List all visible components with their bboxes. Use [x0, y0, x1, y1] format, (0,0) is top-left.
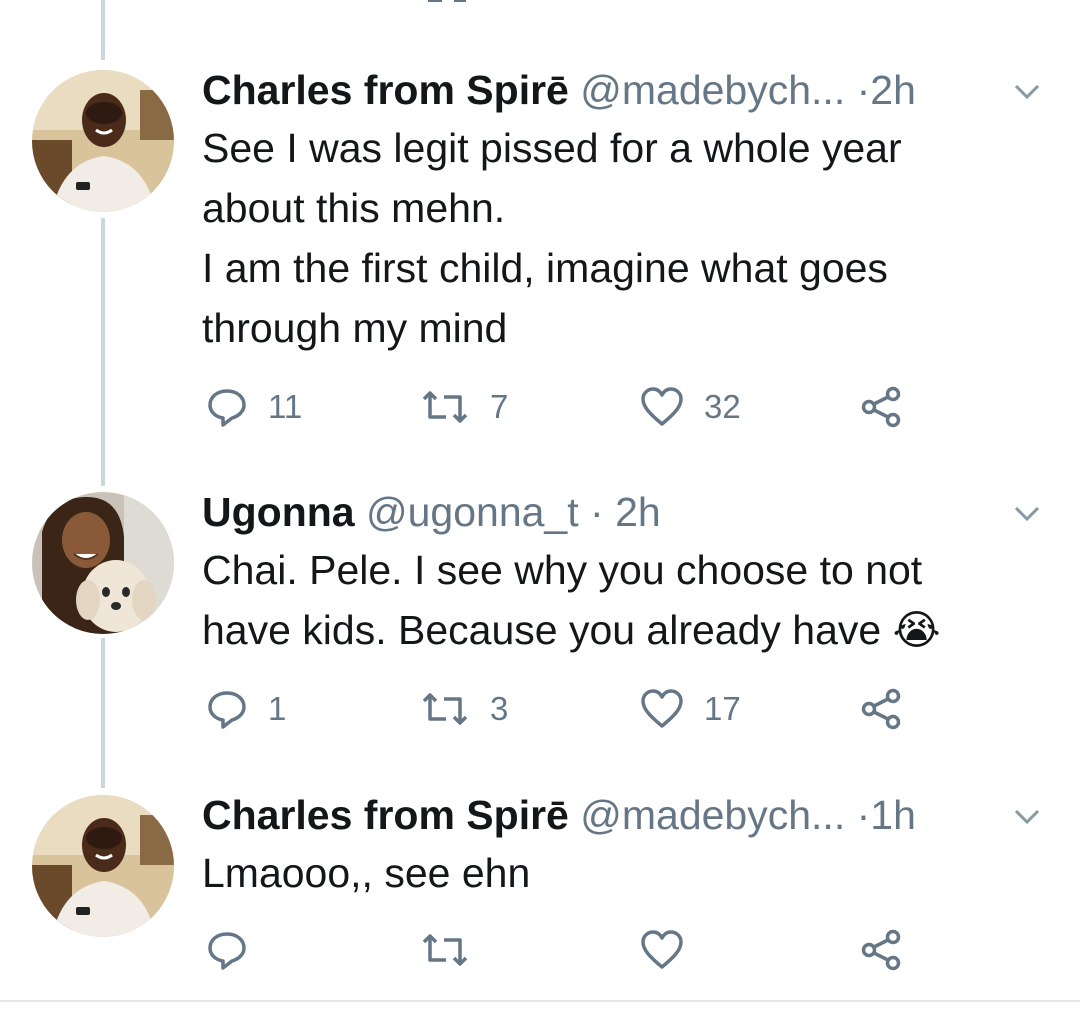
tweet-text-line: Lmaooo,, see ehn	[202, 850, 531, 896]
tweet-text: Lmaooo,, see ehn	[202, 843, 1022, 903]
retweet-icon	[422, 391, 468, 423]
retweet-button[interactable]: 7	[420, 382, 508, 432]
tweet-text-line: Chai. Pele. I see why you choose to not	[202, 547, 923, 593]
tweet-actions	[0, 925, 1080, 975]
avatar[interactable]	[32, 795, 174, 937]
display-name[interactable]: Charles from Spirē	[202, 67, 569, 113]
timestamp[interactable]: 2h	[870, 67, 916, 113]
reply-button[interactable]	[206, 925, 248, 975]
retweet-count: 3	[490, 690, 509, 727]
like-icon	[648, 0, 684, 8]
thread-connector	[101, 0, 105, 60]
separator-dot: ·	[856, 67, 871, 113]
tweet-text: Chai. Pele. I see why you choose to not …	[202, 540, 1022, 660]
tweet-text-line-with-emoji: have kids. Because you already have 😭	[202, 600, 1022, 660]
tweet-actions: 11 7 32	[0, 382, 1080, 432]
like-count: 17	[704, 690, 741, 727]
share-icon	[861, 929, 901, 971]
timestamp[interactable]: 1h	[870, 792, 916, 838]
share-icon	[876, 0, 906, 8]
user-handle[interactable]: @madebych...	[580, 67, 845, 113]
chevron-down-icon[interactable]	[1012, 76, 1042, 106]
share-icon	[861, 386, 901, 428]
retweet-button[interactable]: 3	[420, 684, 508, 734]
reply-icon	[208, 691, 246, 729]
like-icon	[641, 689, 683, 728]
retweet-icon	[428, 0, 466, 2]
reply-count: 1	[268, 690, 287, 727]
retweet-count: 7	[490, 388, 509, 425]
display-name[interactable]: Charles from Spirē	[202, 792, 569, 838]
tweet-text-line: have kids. Because you already have	[202, 607, 882, 653]
like-button[interactable]: 17	[640, 684, 741, 734]
thread-connector	[101, 218, 105, 486]
avatar-image	[32, 492, 174, 634]
timestamp[interactable]: 2h	[615, 489, 661, 535]
avatar-image	[32, 795, 174, 937]
like-count: 32	[704, 388, 741, 425]
share-button[interactable]	[860, 925, 904, 975]
chevron-down-icon[interactable]	[1012, 801, 1042, 831]
tweet-text-line: See I was legit pissed for a whole year	[202, 125, 902, 171]
like-button[interactable]: 32	[640, 382, 741, 432]
separator-dot: ·	[856, 792, 871, 838]
share-button[interactable]	[860, 684, 904, 734]
like-icon	[641, 387, 683, 426]
reply-icon	[208, 389, 246, 427]
reply-button[interactable]: 11	[206, 382, 302, 432]
separator-dot: ·	[590, 489, 604, 535]
reply-icon	[208, 932, 246, 970]
avatar[interactable]	[32, 70, 174, 212]
reply-count: 11	[268, 388, 303, 425]
retweet-button[interactable]	[420, 925, 470, 975]
retweet-icon	[422, 934, 468, 966]
tweet-header: Charles from Spirē @madebych... ·2h	[202, 66, 916, 114]
tweet-text-line: about this mehn.	[202, 185, 506, 231]
tweet-text: See I was legit pissed for a whole year …	[202, 118, 1022, 358]
tweet-text-line: through my mind	[202, 305, 508, 351]
divider	[0, 1000, 1080, 1002]
previous-tweet-actions	[0, 0, 1080, 8]
reply-icon	[208, 0, 248, 8]
tweet-actions: 1 3 17	[0, 684, 1080, 734]
avatar[interactable]	[32, 492, 174, 634]
avatar-image	[32, 70, 174, 212]
crying-face-emoji: 😭	[892, 607, 941, 653]
chevron-down-icon[interactable]	[1012, 498, 1042, 528]
like-button[interactable]	[640, 925, 684, 975]
like-icon	[641, 930, 683, 969]
share-button[interactable]	[860, 382, 904, 432]
reply-button[interactable]: 1	[206, 684, 286, 734]
user-handle[interactable]: @madebych...	[580, 792, 845, 838]
tweet-header: Ugonna @ugonna_t · 2h	[202, 488, 661, 536]
display-name[interactable]: Ugonna	[202, 489, 355, 535]
retweet-icon	[422, 693, 468, 725]
tweet-header: Charles from Spirē @madebych... ·1h	[202, 791, 916, 839]
user-handle[interactable]: @ugonna_t	[366, 489, 579, 535]
share-icon	[861, 688, 901, 730]
tweet-text-line: I am the first child, imagine what goes	[202, 245, 888, 291]
